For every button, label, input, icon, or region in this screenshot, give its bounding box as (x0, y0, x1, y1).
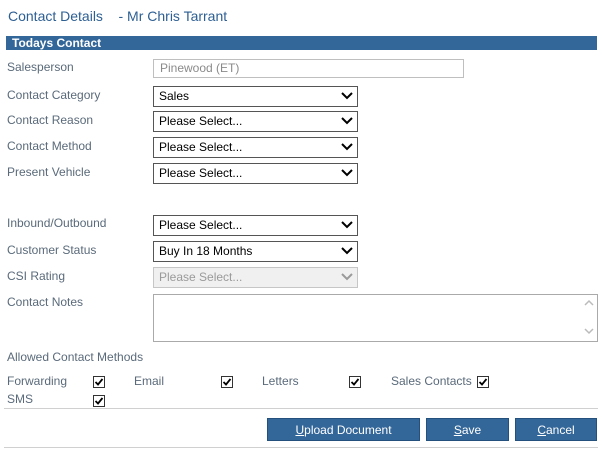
contact-notes-label: Contact Notes (7, 295, 84, 309)
upload-document-button[interactable]: Upload Document (267, 418, 420, 441)
checkmark-icon (94, 378, 104, 386)
save-label-rest: ave (461, 423, 482, 437)
section-header: Todays Contact (6, 36, 597, 50)
save-button[interactable]: Save (426, 418, 509, 441)
cancel-accesskey: C (537, 423, 546, 437)
letters-checkbox[interactable] (349, 376, 361, 388)
checkmark-icon (222, 378, 232, 386)
chevron-down-icon (341, 220, 353, 230)
inbound-outbound-select[interactable]: Please Select... (153, 215, 358, 236)
contact-category-value: Sales (159, 89, 190, 103)
chevron-down-icon (341, 168, 353, 178)
scroll-up-icon (584, 299, 594, 306)
inbound-outbound-value: Please Select... (159, 218, 243, 232)
chevron-down-icon (341, 142, 353, 152)
csi-rating-label: CSI Rating (7, 269, 66, 283)
chevron-down-icon (341, 246, 353, 256)
sms-checkbox[interactable] (93, 395, 105, 407)
present-vehicle-value: Please Select... (159, 166, 243, 180)
salesperson-label: Salesperson (7, 60, 74, 74)
upload-label-rest: pload Document (304, 423, 392, 437)
forwarding-label: Forwarding (7, 374, 68, 388)
checkmark-icon (350, 378, 360, 386)
chevron-down-icon (341, 272, 353, 282)
csi-rating-select: Please Select... (153, 267, 358, 288)
chevron-down-icon (341, 116, 353, 126)
contact-reason-value: Please Select... (159, 114, 243, 128)
sales-contacts-checkbox[interactable] (477, 376, 489, 388)
forwarding-checkbox[interactable] (93, 376, 105, 388)
contact-reason-select[interactable]: Please Select... (153, 111, 358, 132)
letters-label: Letters (262, 374, 299, 388)
contact-method-select[interactable]: Please Select... (153, 137, 358, 158)
contact-notes-textarea[interactable] (153, 294, 598, 342)
notes-scrollbar[interactable] (581, 295, 597, 341)
email-label: Email (134, 374, 165, 388)
cancel-label-rest: ancel (545, 423, 575, 437)
inbound-outbound-label: Inbound/Outbound (7, 216, 107, 230)
save-accesskey: S (453, 423, 462, 437)
checkmark-icon (94, 397, 104, 405)
sales-contacts-label: Sales Contacts (391, 374, 472, 388)
email-checkbox[interactable] (221, 376, 233, 388)
contact-reason-label: Contact Reason (7, 113, 94, 127)
divider-top (4, 408, 598, 409)
upload-accesskey: U (295, 423, 305, 437)
scroll-down-icon (584, 328, 594, 335)
salesperson-field: Pinewood (ET) (153, 59, 464, 78)
customer-status-value: Buy In 18 Months (159, 244, 253, 258)
present-vehicle-label: Present Vehicle (7, 165, 91, 179)
contact-method-value: Please Select... (159, 140, 243, 154)
contact-method-label: Contact Method (7, 139, 92, 153)
customer-status-label: Customer Status (7, 243, 97, 257)
page-title: Contact Details - Mr Chris Tarrant (8, 8, 227, 24)
checkmark-icon (478, 378, 488, 386)
allowed-methods-label: Allowed Contact Methods (7, 350, 144, 364)
cancel-button[interactable]: Cancel (515, 418, 597, 441)
contact-category-label: Contact Category (7, 88, 101, 102)
contact-name: - Mr Chris Tarrant (118, 8, 228, 24)
customer-status-select[interactable]: Buy In 18 Months (153, 241, 358, 262)
csi-rating-value: Please Select... (159, 270, 243, 284)
sms-label: SMS (7, 392, 34, 406)
contact-category-select[interactable]: Sales (153, 86, 358, 107)
divider-bottom (4, 447, 598, 448)
page-title-text: Contact Details (8, 8, 103, 24)
chevron-down-icon (341, 91, 353, 101)
present-vehicle-select[interactable]: Please Select... (153, 163, 358, 184)
